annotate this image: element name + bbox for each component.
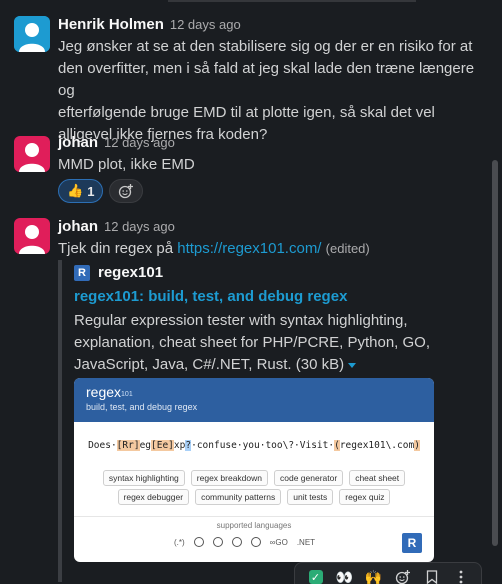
- regex-part: [Rr]: [116, 440, 140, 451]
- unfurl-header: R regex101: [74, 264, 163, 281]
- expand-caret-icon[interactable]: [348, 362, 357, 368]
- site-name[interactable]: regex101: [98, 264, 163, 281]
- edited-label: (edited): [325, 241, 370, 256]
- logo-sub: 101: [121, 391, 133, 398]
- regex101-badge-icon: R: [402, 533, 422, 553]
- unfurl-title-link[interactable]: regex101: build, test, and debug regex: [74, 288, 347, 305]
- preview-image[interactable]: regex101 build, test, and debug regex Do…: [74, 378, 434, 562]
- thumbs-up-icon: 👍: [67, 183, 84, 198]
- save-bookmark-button[interactable]: [420, 565, 444, 584]
- regex101-link[interactable]: https://regex101.com/: [177, 240, 321, 257]
- chip: regex breakdown: [190, 470, 268, 486]
- regex-part: ·confuse·you·too\?·Visit·: [191, 440, 335, 451]
- go-icon: ∞GO: [269, 537, 288, 547]
- author-name[interactable]: Henrik Holmen: [58, 16, 164, 33]
- feature-chips-row-2: regex debugger community patterns unit t…: [82, 489, 426, 505]
- message-text: Jeg ønsker at se at den stabilisere sig …: [58, 36, 486, 146]
- preview-footer: supported languages (.*) ∞GO .NET R: [74, 516, 434, 562]
- chip: syntax highlighting: [102, 470, 185, 486]
- regex-part: ): [414, 440, 420, 451]
- desc-line: explanation, cheat sheet for PHP/PCRE, P…: [74, 334, 431, 351]
- text-line: Jeg ønsker at se at den stabilisere sig …: [58, 38, 473, 55]
- bookmark-icon: [426, 570, 437, 584]
- avatar[interactable]: [14, 218, 50, 254]
- message-header: johan 12 days ago: [58, 134, 175, 151]
- message-header: johan 12 days ago: [58, 218, 175, 235]
- chip: regex debugger: [117, 489, 190, 505]
- add-reaction-button[interactable]: [109, 179, 144, 203]
- preview-logo: regex101: [86, 384, 422, 400]
- react-eyes-button[interactable]: 👀: [333, 565, 357, 584]
- text-line: den overfitter, men i så fald at jeg ska…: [58, 60, 475, 99]
- javascript-icon: [212, 537, 223, 547]
- desc-line: JavaScript, Java, C#/.NET, Rust. (30 kB): [74, 354, 434, 376]
- chip: unit tests: [287, 489, 334, 505]
- add-emoji-icon: [395, 570, 410, 584]
- timestamp[interactable]: 12 days ago: [170, 17, 241, 32]
- timestamp[interactable]: 12 days ago: [104, 135, 175, 150]
- dotnet-icon: .NET: [296, 537, 316, 547]
- author-name[interactable]: johan: [58, 218, 98, 235]
- avatar[interactable]: [14, 136, 50, 172]
- message-actions-toolbar: ✓ 👀 🙌: [294, 562, 482, 584]
- preview-regex-example: Does·[Rr]eg[Ee]xp?·confuse·you·too\?·Vis…: [74, 440, 434, 451]
- java-icon: [250, 537, 261, 547]
- preview-header: regex101 build, test, and debug regex: [74, 378, 434, 422]
- chip: regex quiz: [339, 489, 391, 505]
- scrollbar[interactable]: [492, 160, 498, 546]
- avatar[interactable]: [14, 16, 50, 52]
- reactions-bar: 👍 1: [58, 179, 144, 203]
- more-vertical-icon: [459, 570, 462, 584]
- raised-hands-icon: 🙌: [364, 568, 383, 584]
- regex-part: eg: [139, 440, 152, 451]
- language-icons: (.*) ∞GO .NET: [174, 537, 315, 547]
- more-actions-button[interactable]: [449, 565, 473, 584]
- message-header: Henrik Holmen 12 days ago: [58, 16, 241, 33]
- text-prefix: Tjek din regex på: [58, 240, 178, 257]
- reaction-count: 1: [87, 183, 95, 199]
- text-line: efterfølgende bruge EMD til at plotte ig…: [58, 104, 435, 121]
- pcre-icon: (.*): [174, 537, 185, 547]
- add-reaction-button[interactable]: [391, 565, 415, 584]
- message-text: MMD plot, ikke EMD: [58, 156, 195, 173]
- chip: cheat sheet: [349, 470, 406, 486]
- regex101-logo-icon: R: [74, 264, 90, 281]
- add-emoji-icon: [119, 184, 134, 199]
- supported-languages-label: supported languages: [216, 521, 292, 530]
- chip: community patterns: [195, 489, 282, 505]
- link-unfurl: R regex101 regex101: build, test, and de…: [58, 260, 438, 582]
- desc-line-text: JavaScript, Java, C#/.NET, Rust. (30 kB): [74, 356, 345, 373]
- chip: code generator: [274, 470, 344, 486]
- react-raised-hands-button[interactable]: 🙌: [362, 565, 386, 584]
- regex-part: xp: [173, 440, 186, 451]
- preview-tagline: build, test, and debug regex: [86, 402, 198, 412]
- check-mark-icon: ✓: [308, 570, 323, 584]
- react-check-button[interactable]: ✓: [304, 565, 328, 584]
- python-icon: [193, 537, 204, 547]
- regex-part: [Ee]: [151, 440, 174, 451]
- rust-icon: [231, 537, 242, 547]
- desc-line: Regular expression tester with syntax hi…: [74, 312, 408, 329]
- feature-chips-row-1: syntax highlighting regex breakdown code…: [82, 470, 426, 486]
- message-text: Tjek din regex på https://regex101.com/ …: [58, 238, 486, 260]
- timestamp[interactable]: 12 days ago: [104, 219, 175, 234]
- logo-text: regex: [86, 384, 122, 400]
- author-name[interactable]: johan: [58, 134, 98, 151]
- regex-part: regex101\.com: [339, 440, 415, 451]
- unfurl-description: Regular expression tester with syntax hi…: [74, 310, 434, 376]
- reaction-thumbs-up[interactable]: 👍 1: [58, 179, 104, 203]
- eyes-icon: 👀: [335, 568, 354, 584]
- divider-line: [168, 0, 416, 2]
- regex-part: Does·: [88, 440, 117, 451]
